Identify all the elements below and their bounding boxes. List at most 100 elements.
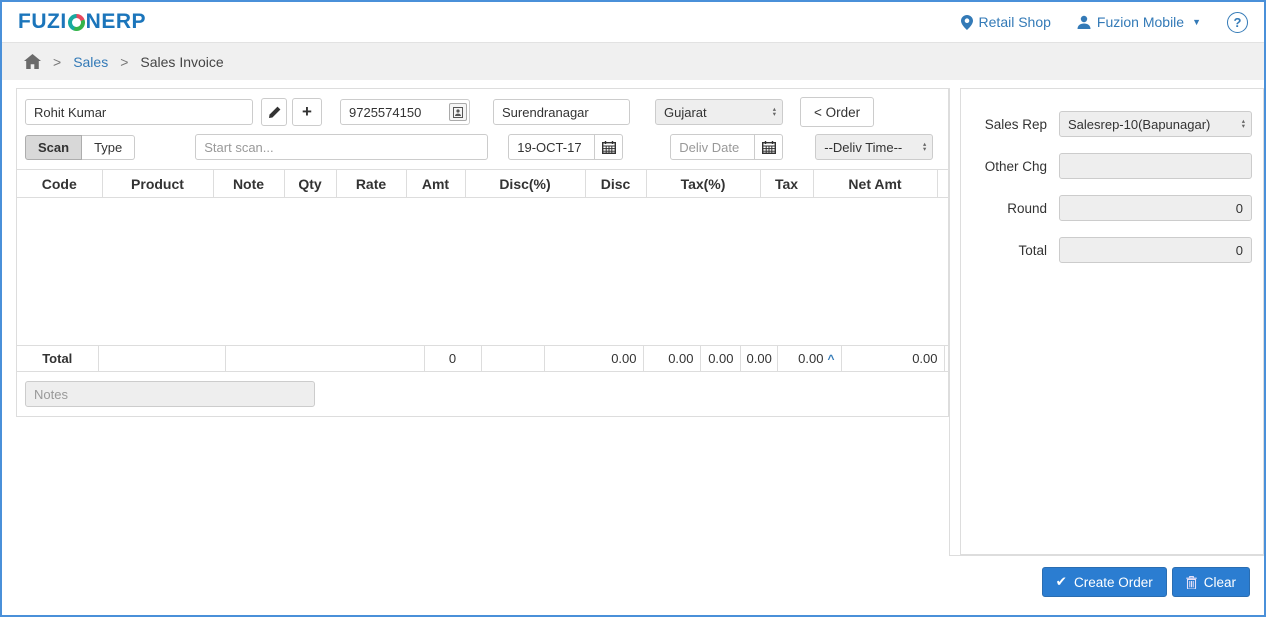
- grand-total-row: Total: [961, 237, 1253, 263]
- tab-type-label: Type: [94, 140, 122, 155]
- brand-logo-text-right: NERP: [86, 10, 146, 34]
- delivery-time-select-value: --Deliv Time--: [824, 140, 919, 155]
- select-arrows-icon: ▴▾: [1242, 119, 1245, 129]
- create-order-button[interactable]: ✔ Create Order: [1042, 567, 1167, 597]
- totals-row: Total 0 0.00 0.00 0.00 0.00 0.00 ^ 0.00: [17, 345, 948, 372]
- scan-input[interactable]: [195, 134, 488, 160]
- calendar-icon: [602, 141, 616, 154]
- other-charges-row: Other Chg: [961, 153, 1253, 179]
- store-selector-label: Retail Shop: [979, 14, 1051, 30]
- tab-scan-label: Scan: [38, 140, 69, 155]
- calendar-icon: [762, 141, 776, 154]
- edit-customer-button[interactable]: [261, 98, 287, 126]
- invoice-date-calendar-button[interactable]: [595, 134, 623, 160]
- items-table-body-empty: [17, 198, 948, 345]
- tab-scan[interactable]: Scan: [25, 135, 82, 160]
- chevron-down-icon: ▼: [1192, 17, 1201, 27]
- column-header-note: Note: [213, 170, 284, 198]
- brand-logo[interactable]: FUZI NERP: [18, 10, 146, 34]
- account-menu[interactable]: Fuzion Mobile ▼: [1077, 14, 1201, 30]
- delivery-date-calendar-button[interactable]: [755, 134, 783, 160]
- invoice-date-group: [508, 134, 623, 160]
- totals-product-cell: [98, 346, 225, 372]
- select-arrows-icon: ▴▾: [923, 142, 926, 152]
- grand-total-input[interactable]: [1059, 237, 1252, 263]
- delivery-date-group: [670, 134, 783, 160]
- user-icon: [1077, 15, 1091, 29]
- round-label: Round: [961, 201, 1047, 216]
- totals-tax-value: 0.00: [798, 351, 823, 366]
- add-customer-button[interactable]: +: [292, 98, 322, 126]
- totals-label: Total: [17, 346, 98, 372]
- trash-icon: [1186, 576, 1197, 589]
- sales-rep-row: Sales Rep Salesrep-10(Bapunagar) ▴▾: [961, 111, 1253, 137]
- sales-rep-select[interactable]: Salesrep-10(Bapunagar) ▴▾: [1059, 111, 1252, 137]
- breadcrumb: > Sales > Sales Invoice: [2, 42, 1264, 80]
- brand-logo-icon: [68, 14, 85, 31]
- items-table-header-row: CodeProductNoteQtyRateAmtDisc(%)DiscTax(…: [17, 170, 948, 198]
- column-header-disc: Disc(%): [465, 170, 585, 198]
- grand-total-label: Total: [961, 243, 1047, 258]
- notes-input[interactable]: [25, 381, 315, 407]
- store-selector[interactable]: Retail Shop: [961, 14, 1051, 30]
- customer-name-input[interactable]: [25, 99, 253, 125]
- invoice-panel: + Gujarat ▴▾ < Order: [16, 88, 949, 417]
- help-icon: ?: [1234, 15, 1242, 30]
- tab-type[interactable]: Type: [82, 135, 135, 160]
- location-pin-icon: [961, 15, 973, 30]
- help-button[interactable]: ?: [1227, 12, 1248, 33]
- column-header-code: Code: [17, 170, 102, 198]
- notes-row: [17, 372, 948, 416]
- round-input[interactable]: [1059, 195, 1252, 221]
- column-header-tax: Tax: [760, 170, 813, 198]
- state-select[interactable]: Gujarat ▴▾: [655, 99, 783, 125]
- delivery-date-input[interactable]: [670, 134, 755, 160]
- summary-box: Sales Rep Salesrep-10(Bapunagar) ▴▾ Othe…: [960, 88, 1264, 555]
- app-window: FUZI NERP Retail Shop Fuzion Mobile ▼ ?: [0, 0, 1266, 617]
- content-area: + Gujarat ▴▾ < Order: [2, 80, 1264, 597]
- breadcrumb-current-page: Sales Invoice: [140, 54, 223, 70]
- items-table: CodeProductNoteQtyRateAmtDisc(%)DiscTax(…: [17, 169, 948, 198]
- column-header-product: Product: [102, 170, 213, 198]
- delivery-time-select[interactable]: --Deliv Time-- ▴▾: [815, 134, 933, 160]
- column-header-amt: Amt: [406, 170, 465, 198]
- totals-tax-pct: 0.00: [740, 346, 777, 372]
- totals-tax: 0.00 ^: [777, 346, 841, 372]
- state-select-value: Gujarat: [664, 105, 769, 120]
- customer-city-input[interactable]: [493, 99, 630, 125]
- select-arrows-icon: ▴▾: [773, 107, 776, 117]
- column-header-netamt: Net Amt: [813, 170, 937, 198]
- totals-note-cell: [225, 346, 424, 372]
- home-icon[interactable]: [24, 54, 41, 69]
- other-charges-label: Other Chg: [961, 159, 1047, 174]
- order-button-label: < Order: [814, 105, 860, 120]
- column-header-qty: Qty: [284, 170, 336, 198]
- column-header-disc: Disc: [585, 170, 646, 198]
- invoice-date-input[interactable]: [508, 134, 595, 160]
- clear-button-label: Clear: [1204, 575, 1236, 590]
- breadcrumb-separator: >: [53, 54, 61, 70]
- plus-icon: +: [302, 102, 312, 122]
- totals-net-amt: 0.00: [841, 346, 944, 372]
- totals-rate-cell: [481, 346, 544, 372]
- pencil-icon: [268, 106, 281, 119]
- contact-card-icon: [453, 107, 463, 118]
- sales-rep-select-value: Salesrep-10(Bapunagar): [1068, 117, 1238, 132]
- collapse-chevron-up-icon[interactable]: ^: [827, 352, 834, 366]
- column-header-tax: Tax(%): [646, 170, 760, 198]
- entry-mode-tabs: Scan Type: [25, 135, 135, 160]
- breadcrumb-separator: >: [120, 54, 128, 70]
- totals-end-cell: [944, 346, 948, 372]
- clear-button[interactable]: Clear: [1172, 567, 1250, 597]
- totals-amt: 0.00: [544, 346, 643, 372]
- column-header-rate: Rate: [336, 170, 406, 198]
- breadcrumb-link-sales[interactable]: Sales: [73, 54, 108, 70]
- account-menu-label: Fuzion Mobile: [1097, 14, 1184, 30]
- other-charges-input[interactable]: [1059, 153, 1252, 179]
- top-bar: FUZI NERP Retail Shop Fuzion Mobile ▼ ?: [2, 2, 1264, 42]
- totals-disc-pct: 0.00: [643, 346, 700, 372]
- contact-lookup-button[interactable]: [449, 103, 467, 121]
- brand-logo-text-left: FUZI: [18, 10, 67, 34]
- totals-qty: 0: [424, 346, 481, 372]
- order-button[interactable]: < Order: [800, 97, 874, 127]
